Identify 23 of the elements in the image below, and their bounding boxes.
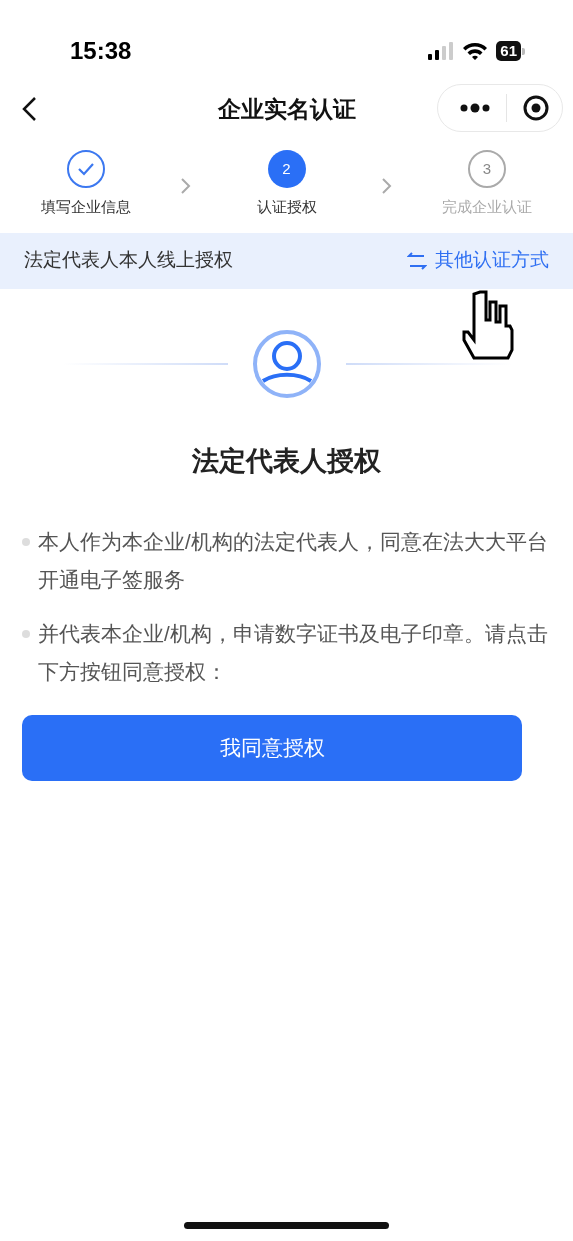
back-icon[interactable]	[22, 96, 38, 122]
other-method-link[interactable]: 其他认证方式	[407, 246, 549, 275]
switch-icon	[407, 251, 427, 270]
page-title: 企业实名认证	[217, 94, 356, 124]
close-icon[interactable]	[523, 95, 549, 121]
section-heading: 法定代表人授权	[191, 444, 382, 478]
step-label: 认证授权	[256, 197, 317, 217]
step-circle: 3	[468, 150, 506, 188]
bullet-dot	[22, 538, 30, 546]
bullet-dot	[22, 630, 30, 638]
step-label: 填写企业信息	[41, 197, 131, 217]
bullet-text: 并代表本企业/机构，申请数字证书及电子印章。请点击下方按钮同意授权：	[38, 621, 549, 685]
step-label: 完成企业认证	[442, 197, 532, 217]
step-circle: 2	[267, 150, 306, 188]
chevron-icon	[180, 177, 193, 195]
more-icon[interactable]	[460, 103, 490, 113]
clock-time: 15:38	[70, 36, 132, 66]
chevron-icon	[380, 177, 393, 195]
banner-text: 法定代表人本人线上授权	[24, 248, 233, 273]
signal-icon	[428, 42, 455, 60]
wifi-icon	[462, 41, 489, 61]
agree-button[interactable]: 我同意授权	[22, 715, 522, 781]
bullet-text: 本人作为本企业/机构的法定代表人，同意在法大大平台开通电子签服务	[38, 529, 549, 593]
